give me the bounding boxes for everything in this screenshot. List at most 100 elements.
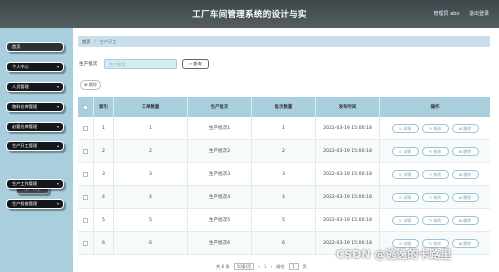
- sidebar-item-production-work[interactable]: 生产工作管理 ▾: [6, 179, 64, 189]
- details-icon: ⊙: [399, 194, 403, 200]
- sidebar-item-label: 生产工作管理: [12, 181, 38, 186]
- edit-button[interactable]: ✎ 修改: [421, 169, 449, 179]
- search-button-label: 查询: [193, 61, 202, 66]
- cell-batch-quantity: 3: [252, 163, 316, 185]
- details-button[interactable]: ⊙ 详情: [391, 215, 419, 225]
- sidebar-item-profile[interactable]: 个人中心 ▾: [6, 62, 64, 72]
- details-button[interactable]: ⊙ 详情: [391, 169, 419, 179]
- cell-batch-quantity: 2: [252, 140, 316, 162]
- goto-page-input[interactable]: 1: [288, 263, 299, 270]
- cell-batch: 生产批次2: [188, 140, 252, 162]
- chevron-up-icon: ▴: [56, 143, 59, 148]
- sidebar-item-label: 物料仓库管理: [12, 104, 38, 109]
- row-checkbox[interactable]: [83, 240, 88, 246]
- search-icon: ⌕: [189, 61, 192, 66]
- chevron-down-icon: ▾: [56, 84, 59, 89]
- logout-link[interactable]: 退出登录: [469, 11, 489, 17]
- delete-row-button[interactable]: ⊠ 删除: [451, 238, 479, 248]
- sidebar: 首页 个人中心 ▾ 人员管理 ▾ 物料仓库管理 ▾ 必要仓库管理 ▾ 生产开工管理 ▴ 生…: [0, 28, 73, 272]
- sidebar-item-production-start[interactable]: 生产开工管理 ▴: [6, 141, 64, 151]
- details-label: 详情: [403, 194, 411, 200]
- delete-row-button[interactable]: ⊠ 删除: [451, 192, 479, 202]
- edit-icon: ✎: [429, 125, 433, 131]
- search-label: 生产批次: [79, 62, 98, 67]
- trash-icon: ⊠: [459, 194, 463, 200]
- row-checkbox-cell: [78, 209, 94, 231]
- cell-batch: 生产批次1: [188, 117, 252, 139]
- app-title: 工厂车间管理系统的设计与实: [192, 10, 307, 20]
- delete-row-button[interactable]: ⊠ 删除: [451, 169, 479, 179]
- delete-button[interactable]: ⊠ 删除: [80, 80, 101, 90]
- details-icon: ⊙: [399, 217, 403, 223]
- row-checkbox-cell: [78, 117, 94, 139]
- cell-publish-time: 2022-03-19 15:00:18: [316, 209, 380, 231]
- cell-publish-time: 2022-03-19 15:00:18: [316, 186, 380, 208]
- page-number-current[interactable]: 1: [264, 264, 267, 269]
- details-button[interactable]: ⊙ 详情: [391, 123, 419, 133]
- edit-label: 修改: [433, 240, 441, 246]
- row-checkbox[interactable]: [83, 217, 88, 223]
- table-row: 1 1 生产批次1 1 2022-03-19 15:00:18 ⊙ 详情 ✎ 修…: [78, 117, 490, 140]
- cell-publish-time: 2022-03-19 15:00:18: [316, 140, 380, 162]
- trash-icon: ⊠: [83, 82, 88, 87]
- sidebar-item-label: 生产检查管理: [12, 201, 38, 206]
- edit-button[interactable]: ✎ 修改: [421, 192, 449, 202]
- row-checkbox-cell: [78, 186, 94, 208]
- details-icon: ⊙: [399, 148, 403, 154]
- cell-quantity: 6: [114, 232, 188, 254]
- details-label: 详情: [403, 148, 411, 154]
- sidebar-item-home[interactable]: 首页: [6, 42, 64, 52]
- details-label: 详情: [403, 217, 411, 223]
- select-all-checkbox[interactable]: [83, 104, 88, 110]
- cell-batch: 生产批次6: [188, 232, 252, 254]
- edit-label: 修改: [433, 217, 441, 223]
- sidebar-item-label: 首页: [12, 44, 21, 49]
- cell-batch-quantity: 5: [252, 209, 316, 231]
- watermark: CSDN @逃逸的卡路里: [336, 248, 452, 261]
- cell-quantity: 2: [114, 140, 188, 162]
- delete-label: 删除: [463, 125, 471, 131]
- edit-button[interactable]: ✎ 修改: [421, 146, 449, 156]
- sidebar-item-required-warehouse[interactable]: 必要仓库管理 ▾: [6, 122, 64, 132]
- edit-icon: ✎: [429, 194, 433, 200]
- delete-row-button[interactable]: ⊠ 删除: [451, 123, 479, 133]
- cell-index: 3: [94, 163, 114, 185]
- row-checkbox-cell: [78, 140, 94, 162]
- details-icon: ⊙: [399, 171, 403, 177]
- edit-button[interactable]: ✎ 修改: [421, 123, 449, 133]
- next-page-button[interactable]: ›: [271, 264, 273, 269]
- sidebar-item-material-warehouse[interactable]: 物料仓库管理 ▾: [6, 102, 64, 112]
- edit-button[interactable]: ✎ 修改: [421, 215, 449, 225]
- breadcrumb: 首页 / 生产开工: [78, 36, 490, 47]
- cell-quantity: 3: [114, 163, 188, 185]
- cell-batch: 生产批次3: [188, 163, 252, 185]
- cell-publish-time: 2022-03-19 15:00:18: [316, 117, 380, 139]
- sidebar-item-production-inspection[interactable]: 生产检查管理 ▾: [6, 199, 64, 209]
- cell-quantity: 5: [114, 209, 188, 231]
- details-button[interactable]: ⊙ 详情: [391, 146, 419, 156]
- trash-icon: ⊠: [459, 171, 463, 177]
- details-button[interactable]: ⊙ 详情: [391, 192, 419, 202]
- delete-label: 删除: [463, 171, 471, 177]
- goto-suffix: 页: [302, 263, 307, 269]
- row-checkbox[interactable]: [83, 194, 88, 200]
- header-checkbox-cell: [78, 97, 94, 117]
- edit-label: 修改: [433, 171, 441, 177]
- delete-row-button[interactable]: ⊠ 删除: [451, 146, 479, 156]
- search-input[interactable]: [104, 59, 177, 69]
- cell-actions: ⊙ 详情 ✎ 修改 ⊠ 删除: [380, 186, 490, 208]
- delete-row-button[interactable]: ⊠ 删除: [451, 215, 479, 225]
- edit-icon: ✎: [429, 171, 433, 177]
- header-publish-time: 发布时间: [316, 97, 380, 117]
- row-checkbox[interactable]: [83, 125, 88, 131]
- row-checkbox[interactable]: [83, 171, 88, 177]
- breadcrumb-home[interactable]: 首页: [82, 39, 90, 44]
- details-icon: ⊙: [399, 125, 403, 131]
- trash-icon: ⊠: [459, 240, 463, 246]
- sidebar-item-personnel[interactable]: 人员管理 ▾: [6, 82, 64, 92]
- edit-label: 修改: [433, 148, 441, 154]
- search-button[interactable]: ⌕ 查询: [182, 59, 209, 69]
- prev-page-button[interactable]: ‹: [258, 264, 260, 269]
- row-checkbox[interactable]: [83, 148, 88, 154]
- page-size-select[interactable]: 10条/页: [233, 263, 255, 270]
